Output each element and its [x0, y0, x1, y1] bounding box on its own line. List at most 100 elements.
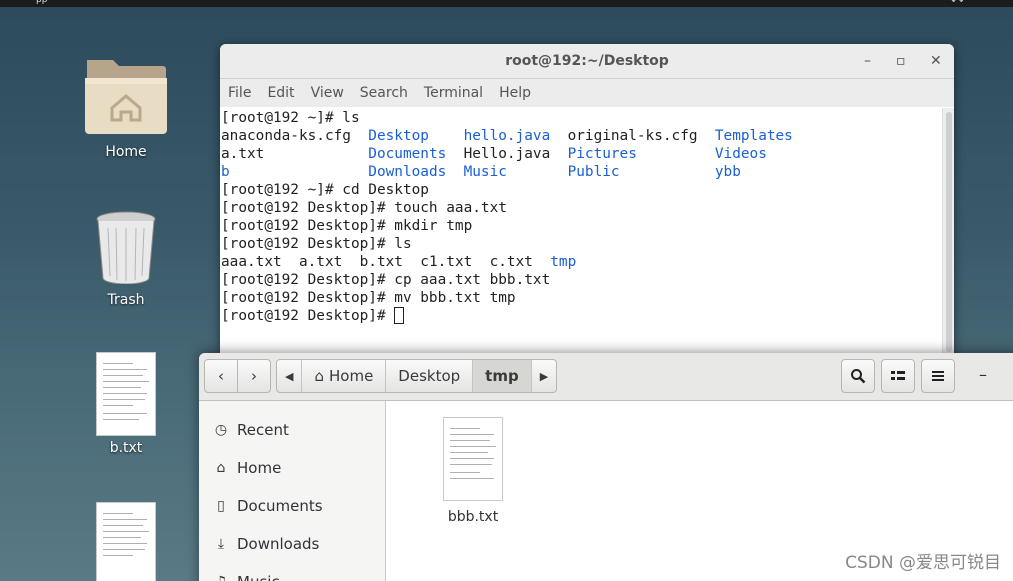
ls-entry: b.txt [359, 254, 403, 270]
sidebar-item-home[interactable]: ⌂ Home [199, 449, 385, 487]
home-folder-icon [85, 60, 167, 134]
terminal-line: [root@192 ~]# cd Desktop [221, 182, 429, 198]
path-bar: ◀ ⌂ Home Desktop tmp ▶ [276, 359, 558, 393]
path-tmp[interactable]: tmp [473, 360, 532, 392]
search-button[interactable] [841, 359, 875, 393]
path-right-arrow[interactable]: ▶ [532, 360, 556, 392]
terminal-scrollbar[interactable] [942, 108, 954, 364]
menu-search[interactable]: Search [360, 85, 408, 101]
top-panel-status[interactable]: ↓↓ [950, 0, 965, 5]
menu-view[interactable]: View [311, 85, 344, 101]
document-icon: ▯ [217, 498, 225, 514]
file-item-bbb-txt[interactable]: bbb.txt [441, 417, 505, 525]
ls-entry: Music [463, 164, 507, 180]
caret-left-icon: ◀ [285, 369, 294, 383]
minimize-button[interactable]: – [864, 53, 871, 69]
maximize-button[interactable]: ▫ [896, 53, 906, 69]
download-icon: ⤓ [217, 536, 225, 552]
sidebar-item-downloads[interactable]: ⤓ Downloads [199, 525, 385, 563]
music-icon: ♫ [213, 574, 229, 581]
path-desktop[interactable]: Desktop [386, 360, 474, 392]
desktop-icon-label: b.txt [109, 440, 143, 456]
desktop-icon-b-txt[interactable]: b.txt [71, 352, 181, 456]
ls-entry: original-ks.cfg [567, 128, 698, 144]
chevron-right-icon: › [251, 367, 257, 385]
terminal-line: a.txt Documents Hello.java Pictures Vide… [221, 145, 942, 163]
text-file-icon [96, 352, 156, 436]
sidebar-item-label: Home [237, 459, 282, 477]
ls-entry: Hello.java [463, 146, 551, 162]
path-label: tmp [485, 367, 519, 385]
terminal-line: aaa.txt a.txt b.txt c1.txt c.txt tmp [221, 253, 942, 271]
ls-entry: Desktop [368, 128, 429, 144]
file-manager-header: ‹ › ◀ ⌂ Home Desktop tmp ▶ – [199, 353, 1013, 401]
ls-entry: Downloads [368, 164, 447, 180]
file-manager-window[interactable]: ‹ › ◀ ⌂ Home Desktop tmp ▶ – ◷ Recent ⌂ … [199, 353, 1013, 581]
ls-entry: anaconda-ks.cfg [221, 128, 351, 144]
path-label: Desktop [398, 367, 461, 385]
terminal-line: [root@192 Desktop]# [221, 307, 942, 325]
terminal-title: root@192:~/Desktop [505, 53, 669, 69]
forward-button[interactable]: › [237, 359, 271, 393]
terminal-line: [root@192 Desktop]# touch aaa.txt [221, 200, 507, 216]
sidebar-item-music[interactable]: ♫ Music [199, 563, 385, 581]
back-button[interactable]: ‹ [204, 359, 238, 393]
menu-button[interactable] [921, 359, 955, 393]
ls-entry: c.txt [489, 254, 533, 270]
terminal-line: [root@192 Desktop]# mv bbb.txt tmp [221, 290, 516, 306]
terminal-cursor [394, 307, 405, 324]
top-panel-app-label[interactable]: pp [36, 0, 47, 5]
ls-entry: Documents [368, 146, 447, 162]
desktop-icon-file[interactable] [71, 502, 181, 581]
watermark: CSDN @爱思可锐目 [845, 553, 1001, 573]
ls-entry: ybb [714, 164, 741, 180]
clock-icon: ◷ [214, 422, 228, 438]
ls-entry: Videos [714, 146, 767, 162]
sidebar-item-label: Documents [237, 497, 323, 515]
menu-edit[interactable]: Edit [267, 85, 294, 101]
file-item-label: bbb.txt [447, 509, 499, 525]
terminal-window[interactable]: root@192:~/Desktop – ▫ ✕ File Edit View … [220, 44, 954, 364]
ls-entry: Public [567, 164, 620, 180]
terminal-titlebar[interactable]: root@192:~/Desktop – ▫ ✕ [220, 44, 954, 79]
sidebar-item-documents[interactable]: ▯ Documents [199, 487, 385, 525]
ls-entry: tmp [550, 254, 577, 270]
caret-right-icon: ▶ [539, 369, 549, 383]
ls-entry: Templates [714, 128, 793, 144]
menu-help[interactable]: Help [499, 85, 531, 101]
home-icon: ⌂ [314, 367, 324, 385]
desktop-icon-home[interactable]: Home [71, 52, 181, 160]
scrollbar-thumb[interactable] [946, 112, 952, 352]
terminal-line: [root@192 Desktop]# cp aaa.txt bbb.txt [221, 272, 551, 288]
view-toggle-button[interactable] [881, 359, 915, 393]
terminal-menubar: File Edit View Search Terminal Help [220, 79, 954, 107]
path-home[interactable]: ⌂ Home [302, 360, 387, 392]
top-panel: pp ↓↓ [0, 0, 1013, 7]
ls-entry: b [221, 164, 230, 180]
path-label: Home [329, 367, 374, 385]
hamburger-menu-icon [932, 371, 944, 381]
text-file-icon [96, 502, 156, 581]
terminal-line: [root@192 Desktop]# mkdir tmp [221, 218, 473, 234]
minimize-button[interactable]: – [979, 365, 987, 384]
ls-entry: c1.txt [420, 254, 473, 270]
desktop-icon-trash[interactable]: Trash [71, 210, 181, 308]
sidebar-item-recent[interactable]: ◷ Recent [199, 411, 385, 449]
ls-entry: Pictures [567, 146, 637, 162]
sidebar-item-label: Downloads [237, 535, 320, 553]
path-left-arrow[interactable]: ◀ [277, 360, 303, 392]
terminal-output[interactable]: [root@192 ~]# ls anaconda-ks.cfg Desktop … [220, 108, 942, 364]
menu-terminal[interactable]: Terminal [424, 85, 483, 101]
desktop-icon-label: Trash [107, 292, 145, 308]
trash-icon [96, 211, 156, 285]
list-view-icon [891, 371, 905, 380]
menu-file[interactable]: File [228, 85, 251, 101]
terminal-line: [root@192 ~]# ls [221, 110, 360, 126]
search-icon [851, 369, 866, 384]
sidebar-item-label: Recent [237, 421, 289, 439]
text-file-icon [443, 417, 503, 501]
home-icon: ⌂ [216, 460, 226, 476]
terminal-line: b Downloads Music Public ybb [221, 163, 942, 181]
close-button[interactable]: ✕ [930, 53, 942, 69]
sidebar-item-label: Music [237, 573, 280, 581]
